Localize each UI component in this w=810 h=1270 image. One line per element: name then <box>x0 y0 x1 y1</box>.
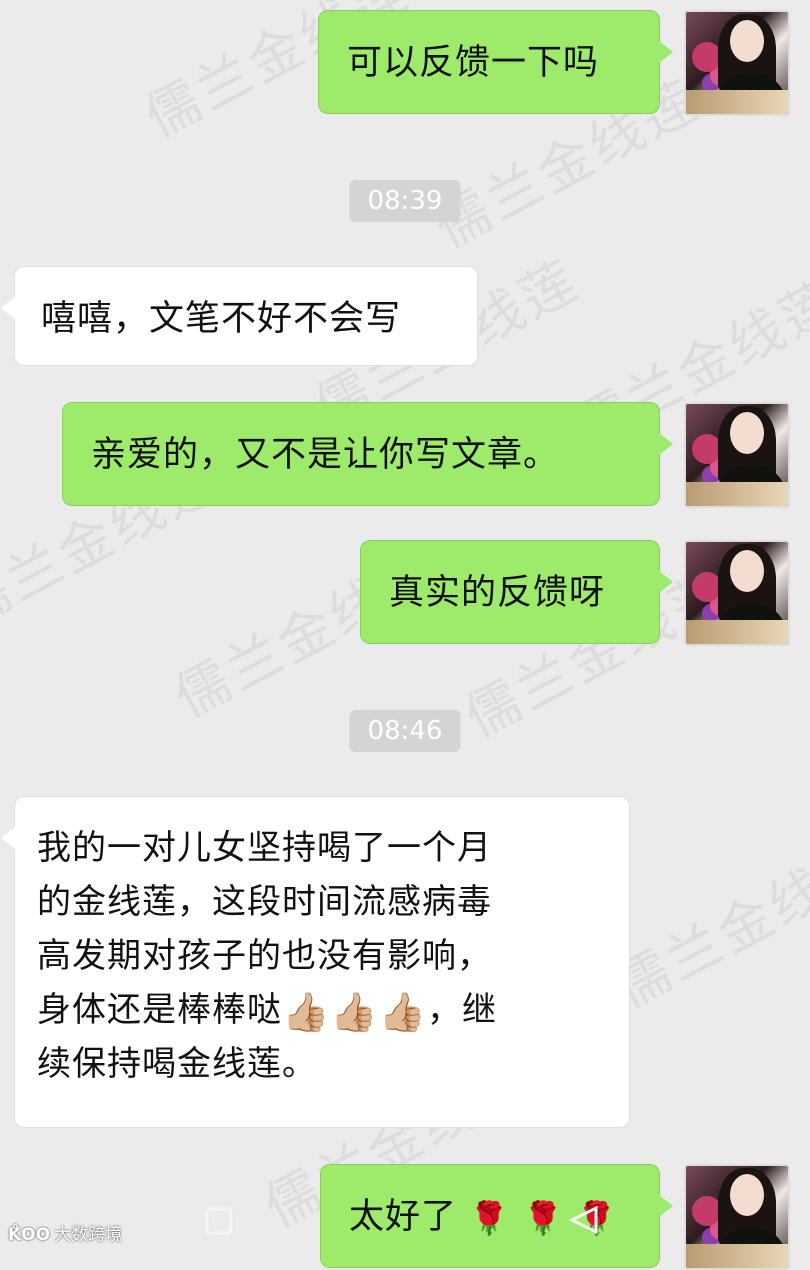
message-bubble-sent[interactable]: 真实的反馈呀 <box>360 540 673 644</box>
message-text: 可以反馈一下吗 <box>347 43 600 83</box>
message-bubble-received[interactable]: 我的一对儿女坚持喝了一个月 的金线莲，这段时间流感病毒 高发期对孩子的也没有影响… <box>1 796 630 1128</box>
avatar[interactable] <box>684 10 790 116</box>
message-bubble-sent[interactable]: 可以反馈一下吗 <box>318 10 673 114</box>
avatar[interactable] <box>684 402 790 508</box>
message-text: 亲爱的，又不是让你写文章。 <box>91 435 560 475</box>
brand-watermark: K̊OO 大数跨境 <box>8 1220 122 1245</box>
home-square-icon[interactable] <box>204 1205 234 1245</box>
message-line: 的金线莲，这段时间流感病毒 <box>37 882 492 922</box>
message-text: 嘻嘻，文笔不好不会写 <box>41 299 402 339</box>
message-line: 身体还是棒棒哒👍🏼👍🏼👍🏼，继 <box>37 989 497 1034</box>
timestamp: 08:46 <box>349 710 461 752</box>
message-text: 真实的反馈呀 <box>389 573 606 613</box>
message-line: 我的一对儿女坚持喝了一个月 <box>37 828 492 868</box>
brand-name: 大数跨境 <box>54 1225 123 1245</box>
thumbs-up-icon: 👍🏼👍🏼👍🏼 <box>282 989 427 1034</box>
brand-logo-icon: K̊OO <box>8 1225 51 1245</box>
timestamp: 08:39 <box>349 180 461 222</box>
message-line: 续保持喝金线莲。 <box>37 1044 317 1084</box>
system-navbar: K̊OO 大数跨境 <box>0 1195 810 1255</box>
avatar[interactable] <box>684 540 790 646</box>
watermark: 儒兰金线莲 <box>604 828 810 1020</box>
message-bubble-received[interactable]: 嘻嘻，文笔不好不会写 <box>1 266 478 366</box>
message-line: 高发期对孩子的也没有影响， <box>37 936 492 976</box>
message-bubble-sent[interactable]: 亲爱的，又不是让你写文章。 <box>62 402 673 506</box>
back-triangle-icon[interactable] <box>568 1204 600 1245</box>
